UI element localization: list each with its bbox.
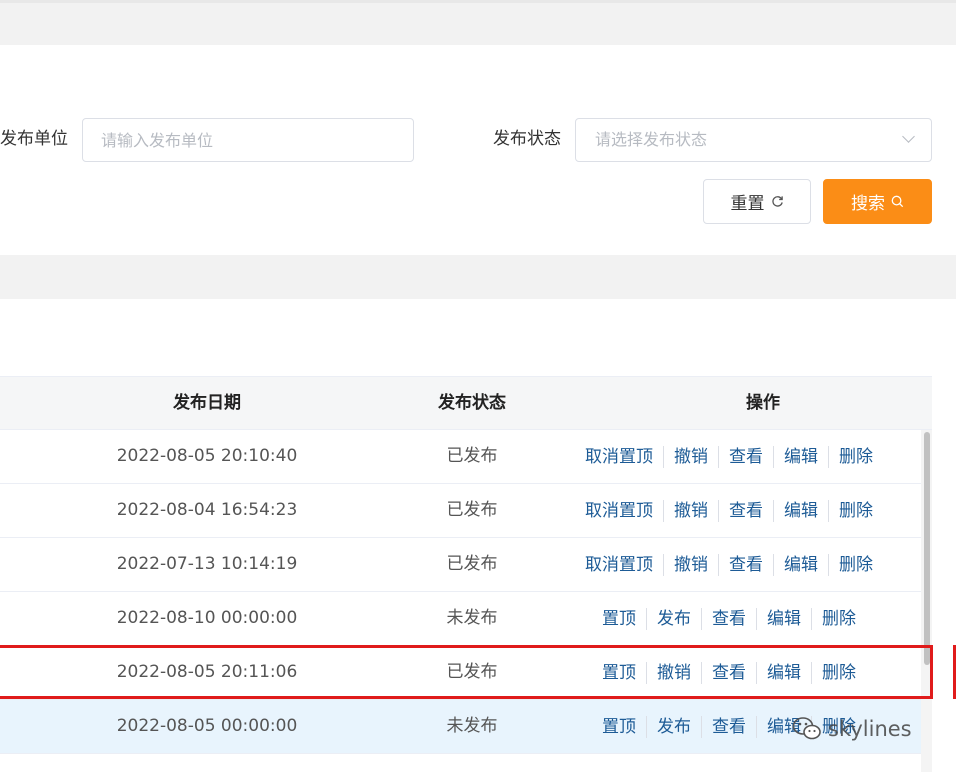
action-link[interactable]: 查看	[702, 717, 756, 737]
table-row[interactable]: 2022-08-05 20:10:40 已发布 取消置顶 撤销 查看 编辑 删除	[0, 430, 932, 484]
refresh-icon	[771, 196, 783, 207]
action-link[interactable]: 取消置顶	[575, 555, 663, 575]
publish-status-cell: 已发布	[446, 446, 498, 466]
status-select-placeholder: 请选择发布状态	[595, 130, 708, 149]
table-row[interactable]: 2022-08-10 00:00:00 未发布 置顶 发布 查看 编辑 删除	[0, 592, 932, 646]
column-header-date: 发布日期	[173, 393, 241, 413]
action-link[interactable]: 删除	[812, 663, 866, 683]
search-panel: 发布单位 发布状态 请选择发布状态 重置 搜索	[0, 45, 956, 255]
action-link[interactable]: 编辑	[774, 447, 828, 467]
publish-date-cell: 2022-08-10 00:00:00	[116, 608, 298, 628]
publish-date-cell: 2022-07-13 10:14:19	[116, 554, 298, 574]
action-link[interactable]: 发布	[647, 717, 701, 737]
publish-status-cell: 未发布	[446, 608, 498, 628]
action-link[interactable]: 置顶	[592, 609, 646, 629]
row-actions: 置顶 发布 查看 编辑 删除	[530, 592, 928, 645]
publish-date-cell: 2022-08-05 00:00:00	[116, 716, 298, 736]
publish-date-cell: 2022-08-05 20:10:40	[116, 446, 298, 466]
action-link[interactable]: 撤销	[647, 663, 701, 683]
action-link[interactable]: 删除	[829, 555, 883, 575]
action-link[interactable]: 查看	[719, 555, 773, 575]
action-link[interactable]: 查看	[702, 663, 756, 683]
action-link[interactable]: 置顶	[592, 663, 646, 683]
action-link[interactable]: 删除	[829, 447, 883, 467]
table-row[interactable]: 2022-08-05 00:00:00 未发布 置顶 发布 查看 编辑 删除	[0, 700, 932, 754]
publish-date-cell: 2022-08-04 16:54:23	[116, 500, 298, 520]
action-link[interactable]: 删除	[829, 501, 883, 521]
action-link[interactable]: 撤销	[664, 555, 718, 575]
reset-button-label: 重置	[730, 194, 765, 214]
row-actions: 置顶 发布 查看 编辑 删除	[530, 700, 928, 753]
table-row[interactable]: 2022-08-04 16:54:23 已发布 取消置顶 撤销 查看 编辑 删除	[0, 484, 932, 538]
action-link[interactable]: 删除	[812, 717, 866, 737]
table-header: 发布日期 发布状态 操作	[0, 376, 932, 430]
publish-status-cell: 已发布	[446, 500, 498, 520]
action-link[interactable]: 取消置顶	[575, 501, 663, 521]
action-link[interactable]: 编辑	[757, 609, 811, 629]
action-link[interactable]: 删除	[812, 609, 866, 629]
action-link[interactable]: 置顶	[592, 717, 646, 737]
unit-label: 发布单位	[0, 129, 68, 149]
row-actions: 取消置顶 撤销 查看 编辑 删除	[530, 484, 928, 537]
top-strip	[0, 0, 956, 3]
action-link[interactable]: 取消置顶	[575, 447, 663, 467]
action-link[interactable]: 查看	[702, 609, 756, 629]
status-select[interactable]: 请选择发布状态	[575, 118, 932, 162]
search-icon	[891, 195, 904, 208]
publish-date-cell: 2022-08-05 20:11:06	[116, 662, 298, 682]
publish-status-cell: 已发布	[446, 554, 498, 574]
action-link[interactable]: 编辑	[774, 501, 828, 521]
row-actions: 取消置顶 撤销 查看 编辑 删除	[530, 538, 928, 591]
row-actions: 取消置顶 撤销 查看 编辑 删除	[530, 430, 928, 483]
unit-input[interactable]	[82, 118, 414, 162]
reset-button[interactable]: 重置	[703, 179, 811, 224]
action-link[interactable]: 编辑	[774, 555, 828, 575]
action-link[interactable]: 查看	[719, 501, 773, 521]
table-panel: 发布日期 发布状态 操作 2022-08-05 20:10:40 已发布 取消置顶撤…	[0, 299, 956, 772]
action-link[interactable]: 撤销	[664, 501, 718, 521]
scrollbar-thumb[interactable]	[924, 432, 930, 665]
action-link[interactable]: 撤销	[664, 447, 718, 467]
chevron-down-icon	[902, 130, 915, 143]
action-link[interactable]: 发布	[647, 609, 701, 629]
publish-status-cell: 已发布	[446, 662, 498, 682]
table-row[interactable]: 2022-08-05 20:11:06 已发布 置顶 撤销 查看 编辑 删除	[0, 646, 932, 700]
status-label: 发布状态	[493, 129, 561, 149]
column-header-actions: 操作	[746, 393, 780, 413]
column-header-status: 发布状态	[438, 393, 506, 413]
action-link[interactable]: 查看	[719, 447, 773, 467]
action-link[interactable]: 编辑	[757, 717, 811, 737]
search-button-label: 搜索	[851, 194, 885, 214]
search-button[interactable]: 搜索	[823, 179, 932, 224]
table-row[interactable]: 2022-07-13 10:14:19 已发布 取消置顶 撤销 查看 编辑 删除	[0, 538, 932, 592]
action-link[interactable]: 编辑	[757, 663, 811, 683]
publish-status-cell: 未发布	[446, 716, 498, 736]
row-actions: 置顶 撤销 查看 编辑 删除	[530, 646, 928, 699]
